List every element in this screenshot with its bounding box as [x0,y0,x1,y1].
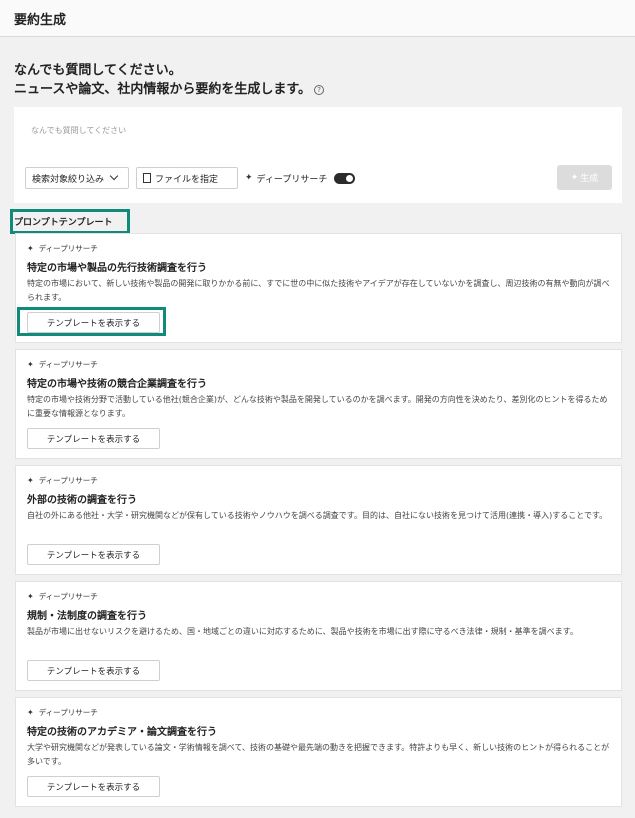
template-title: 規制・法制度の調査を行う [27,611,147,622]
sparkle-icon: ✦ [570,172,579,183]
sparkle-icon: ✦ [27,592,34,601]
prompt-template-section-label: プロンプトテンプレート [10,209,130,234]
template-title: 外部の技術の調査を行う [27,495,137,506]
show-template-button[interactable]: テンプレートを表示する [27,544,160,565]
show-template-button[interactable]: テンプレートを表示する [27,428,160,449]
show-template-label: テンプレートを表示する [46,434,141,445]
badge-label: ディープリサーチ [38,244,98,253]
show-template-label: テンプレートを表示する [46,782,141,793]
select-file-label: ファイルを指定 [155,174,219,185]
sparkle-icon: ✦ [27,476,34,485]
select-file-button[interactable]: ファイルを指定 [136,167,238,189]
page-title: 要約生成 [14,13,67,28]
deep-research-badge: ✦ ディープリサーチ [27,359,98,370]
sparkle-icon: ✦ [245,173,253,183]
intro-heading: なんでも質問してください。 ニュースや論文、社内情報から要約を生成します。? [14,61,325,99]
generate-button[interactable]: ✦ 生成 [557,165,612,190]
badge-label: ディープリサーチ [38,476,98,485]
sparkle-icon: ✦ [27,244,34,253]
sparkle-icon: ✦ [27,708,34,717]
show-template-button[interactable]: テンプレートを表示する [27,660,160,681]
template-title: 特定の市場や製品の先行技術調査を行う [27,263,207,274]
query-box: なんでも質問してください 検索対象絞り込み ファイルを指定 ✦ ディープリサーチ… [14,107,622,203]
chevron-down-icon [109,171,119,181]
deep-research-badge: ✦ ディープリサーチ [27,243,98,254]
deep-research-label: ディープリサーチ [256,174,328,185]
deep-research-control: ✦ ディープリサーチ [245,167,356,189]
template-description: 特定の市場や技術分野で活動している他社(競合企業)が、どんな技術や製品を開発して… [27,395,608,418]
query-input[interactable]: なんでも質問してください [31,125,126,136]
top-bar: 要約生成 [0,0,635,37]
template-title: 特定の技術のアカデミア・論文調査を行う [27,727,217,738]
template-description: 自社の外にある他社・大学・研究機関などが保有している技術やノウハウを調べる調査で… [27,511,608,520]
badge-label: ディープリサーチ [38,360,98,369]
template-card: ✦ ディープリサーチ外部の技術の調査を行う自社の外にある他社・大学・研究機関などが… [15,465,622,575]
scope-filter-label: 検索対象絞り込み [32,174,105,185]
deep-research-toggle[interactable] [334,172,356,184]
badge-label: ディープリサーチ [38,592,98,601]
file-icon [143,173,151,183]
deep-research-badge: ✦ ディープリサーチ [27,475,98,486]
template-card: ✦ ディープリサーチ特定の技術のアカデミア・論文調査を行う大学や研究機関などが発表… [15,697,622,807]
scope-filter-dropdown[interactable]: 検索対象絞り込み [25,167,129,189]
template-title: 特定の市場や技術の競合企業調査を行う [27,379,207,390]
intro-line-1: なんでも質問してください。 [14,63,182,78]
show-template-label: テンプレートを表示する [46,666,141,677]
generate-label: 生成 [580,174,599,184]
template-card: ✦ ディープリサーチ規制・法制度の調査を行う製品が市場に出せないリスクを避けるため… [15,581,622,691]
intro-line-2: ニュースや論文、社内情報から要約を生成します。 [14,82,312,97]
sparkle-icon: ✦ [27,360,34,369]
template-card: ✦ ディープリサーチ特定の市場や技術の競合企業調査を行う特定の市場や技術分野で活動… [15,349,622,459]
template-description: 製品が市場に出せないリスクを避けるため、国・地域ごとの違いに対応するために、製品… [27,627,578,636]
badge-label: ディープリサーチ [38,708,98,717]
deep-research-badge: ✦ ディープリサーチ [27,707,98,718]
question-circle-icon[interactable]: ? [314,85,325,95]
deep-research-badge: ✦ ディープリサーチ [27,591,98,602]
show-template-highlight [17,307,166,336]
prompt-template-label-text: プロンプトテンプレート [14,218,113,228]
template-description: 大学や研究機関などが発表している論文・学術情報を調べて、技術の基礎や最先端の動き… [27,743,610,766]
show-template-label: テンプレートを表示する [46,550,141,561]
show-template-button[interactable]: テンプレートを表示する [27,776,160,797]
template-description: 特定の市場において、新しい技術や製品の開発に取りかかる前に、すでに世の中に似た技… [27,279,610,302]
